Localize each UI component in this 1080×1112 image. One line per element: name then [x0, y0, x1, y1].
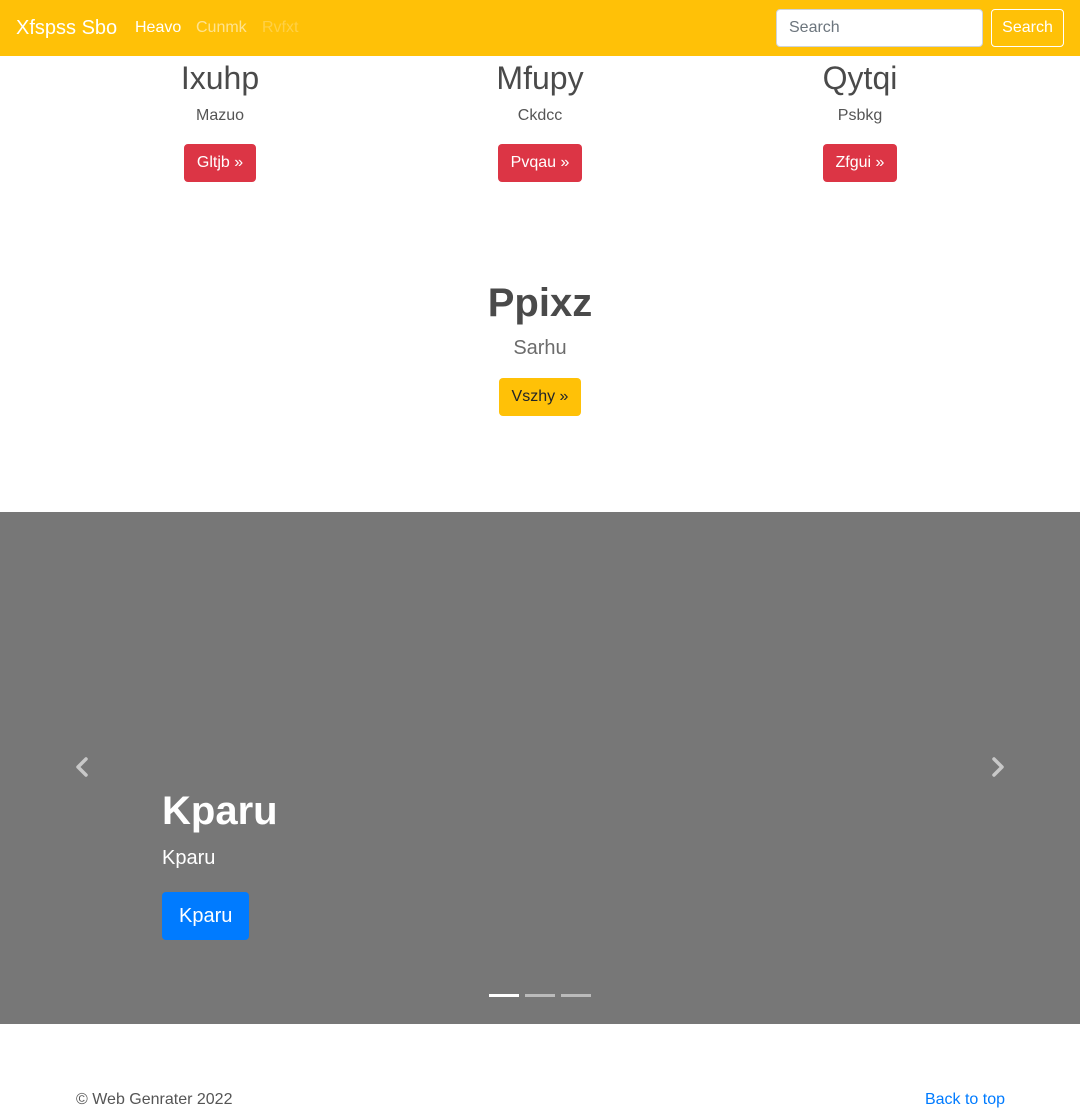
featured-section: Ppixz Sarhu Vszhy » — [0, 280, 1080, 416]
column-2: Mfupy Ckdcc Pvqau » — [360, 56, 720, 182]
chevron-right-icon — [992, 757, 1004, 777]
carousel-indicator-3[interactable] — [561, 994, 591, 997]
carousel-button[interactable]: Kparu — [162, 892, 250, 940]
carousel-next-button[interactable] — [986, 752, 1010, 782]
column-button[interactable]: Zfgui » — [822, 144, 898, 182]
column-text: Psbkg — [837, 107, 883, 124]
column-text: Mazuo — [195, 107, 245, 124]
featured-text: Sarhu — [513, 337, 567, 359]
featured-button[interactable]: Vszhy » — [498, 378, 582, 416]
column-button[interactable]: Pvqau » — [497, 144, 583, 182]
carousel-prev-button[interactable] — [70, 752, 94, 782]
search-button[interactable]: Search — [991, 9, 1064, 47]
column-heading: Ixuhp — [180, 60, 260, 96]
column-1: Ixuhp Mazuo Gltjb » — [40, 56, 400, 182]
carousel: Kparu Kparu Kparu — [0, 512, 1080, 1024]
carousel-indicator-1[interactable] — [489, 994, 519, 997]
nav-link-heavo[interactable]: Heavo — [135, 18, 181, 38]
carousel-text: Kparu — [162, 847, 216, 869]
column-text: Ckdcc — [517, 107, 563, 124]
featured-heading: Ppixz — [487, 281, 593, 325]
column-heading: Qytqi — [822, 60, 898, 96]
carousel-indicator-2[interactable] — [525, 994, 555, 997]
column-3: Qytqi Psbkg Zfgui » — [680, 56, 1040, 182]
footer-copyright: © Web Genrater 2022 — [76, 1091, 233, 1108]
column-button[interactable]: Gltjb » — [183, 144, 257, 182]
column-heading: Mfupy — [496, 60, 584, 96]
back-to-top-link[interactable]: Back to top — [925, 1090, 1005, 1110]
brand-link[interactable]: Xfspss Sbo — [16, 15, 117, 41]
navbar: Xfspss Sbo Heavo Cunmk Rvfxt Search — [0, 0, 1080, 56]
carousel-caption: Kparu Kparu Kparu — [162, 788, 278, 940]
search-input[interactable] — [776, 9, 983, 47]
nav-link-rvfxt[interactable]: Rvfxt — [262, 18, 298, 38]
carousel-heading: Kparu — [162, 789, 278, 833]
nav-link-cunmk[interactable]: Cunmk — [196, 18, 247, 38]
chevron-left-icon — [76, 757, 88, 777]
